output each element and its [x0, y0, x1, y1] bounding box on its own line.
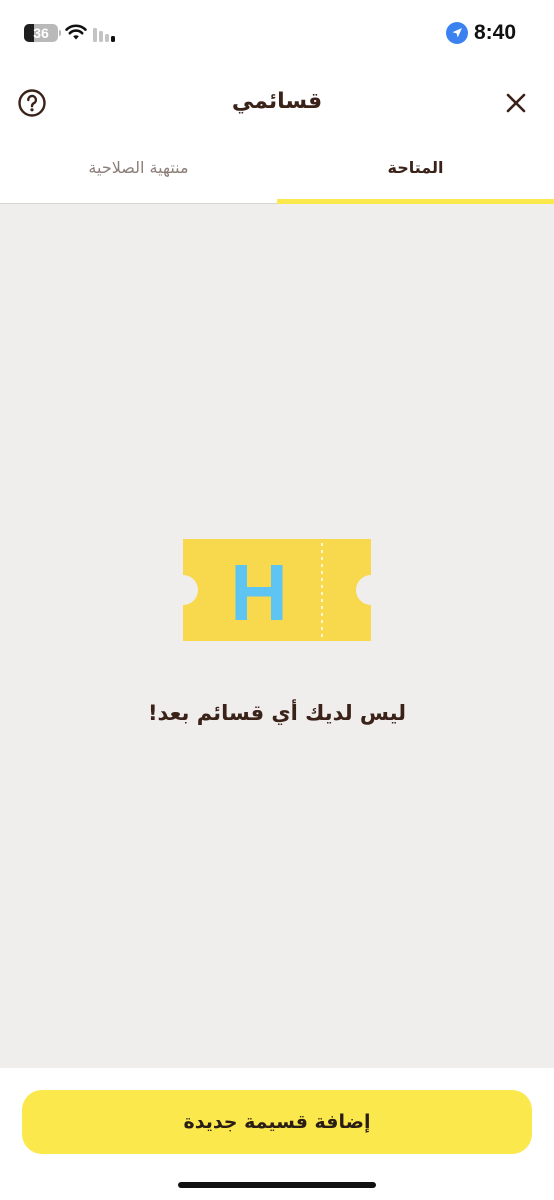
empty-message: ليس لديك أي قسائم بعد! [147, 701, 407, 725]
home-indicator [178, 1182, 376, 1188]
battery-tip [59, 30, 61, 36]
voucher-letter: H [230, 548, 288, 637]
battery-indicator: 36 [24, 24, 58, 42]
battery-level: 36 [33, 25, 49, 41]
close-icon[interactable] [503, 90, 529, 116]
tab-expired[interactable]: منتهية الصلاحية [0, 140, 277, 203]
status-time: 8:40 [474, 21, 517, 44]
add-voucher-button[interactable]: إضافة قسيمة جديدة [22, 1090, 532, 1154]
wifi-icon [65, 24, 87, 40]
tab-available[interactable]: المتاحة [277, 140, 554, 203]
header: قسائمي [0, 66, 554, 140]
status-bar: 36 8:40 [0, 0, 554, 66]
page-title: قسائمي [231, 89, 323, 114]
screen: 36 8:40 قسائمي منتهية الصلاحية المتاحة H… [0, 0, 554, 1200]
cellular-signal-icon [93, 28, 115, 42]
vouchers-empty-state: H ليس لديك أي قسائم بعد! [0, 204, 554, 1068]
bottom-bar: إضافة قسيمة جديدة [0, 1068, 554, 1200]
voucher-ticket-icon: H [183, 539, 371, 641]
question-circle-icon[interactable] [17, 88, 47, 118]
tab-bar: منتهية الصلاحية المتاحة [0, 140, 554, 204]
location-arrow-icon [446, 22, 468, 44]
